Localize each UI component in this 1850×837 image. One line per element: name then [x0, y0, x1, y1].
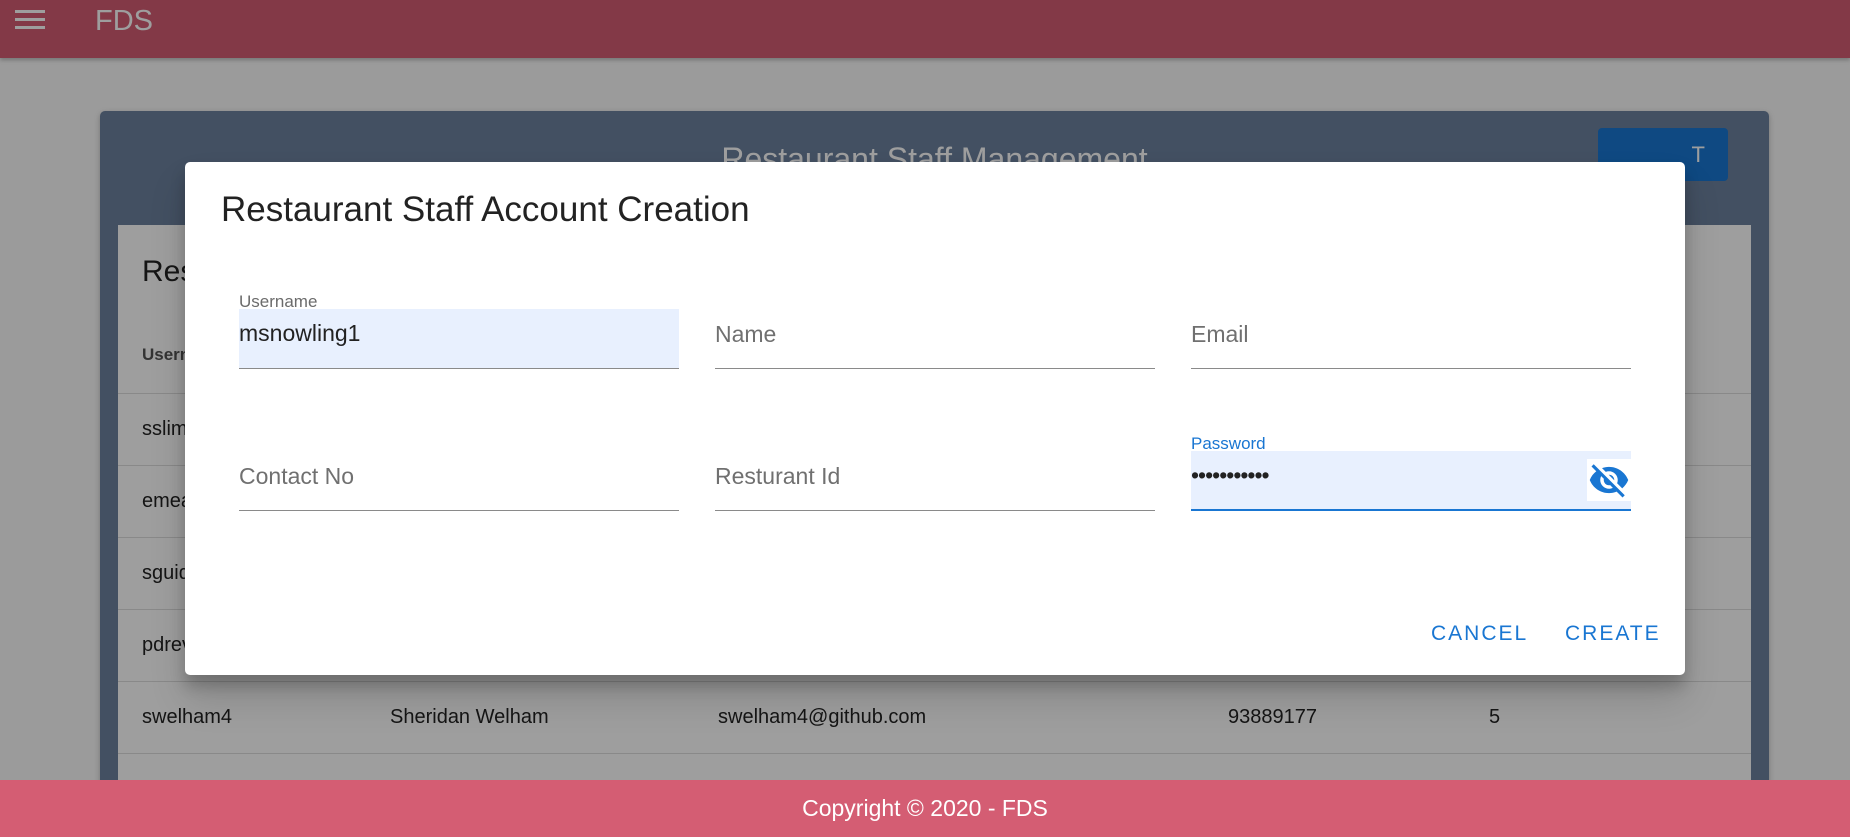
restaurant-id-field[interactable]: Resturant Id — [715, 451, 1155, 511]
field-underline — [239, 368, 679, 369]
contact-no-placeholder: Contact No — [239, 463, 355, 489]
field-underline — [715, 510, 1155, 511]
create-button[interactable]: CREATE — [1565, 622, 1661, 646]
username-value: msnowling1 — [239, 320, 361, 346]
password-label: Password — [1191, 434, 1266, 453]
name-field[interactable]: Name — [715, 309, 1155, 369]
field-underline — [715, 368, 1155, 369]
eye-off-icon[interactable] — [1587, 459, 1631, 501]
contact-no-field[interactable]: Contact No — [239, 451, 679, 511]
password-field[interactable]: Password ••••••••••• — [1191, 434, 1631, 511]
field-underline — [1191, 509, 1631, 511]
cancel-button[interactable]: CANCEL — [1431, 622, 1528, 646]
email-placeholder: Email — [1191, 321, 1249, 347]
field-underline — [1191, 368, 1631, 369]
username-label: Username — [239, 292, 318, 311]
name-placeholder: Name — [715, 321, 777, 347]
password-value: ••••••••••• — [1191, 462, 1270, 488]
email-field[interactable]: Email — [1191, 309, 1631, 369]
restaurant-id-placeholder: Resturant Id — [715, 463, 841, 489]
username-field[interactable]: Username msnowling1 — [239, 292, 679, 369]
footer: Copyright © 2020 - FDS — [0, 780, 1850, 837]
create-staff-dialog: Restaurant Staff Account Creation Userna… — [185, 162, 1685, 675]
field-underline — [239, 510, 679, 511]
dialog-title: Restaurant Staff Account Creation — [221, 190, 750, 229]
